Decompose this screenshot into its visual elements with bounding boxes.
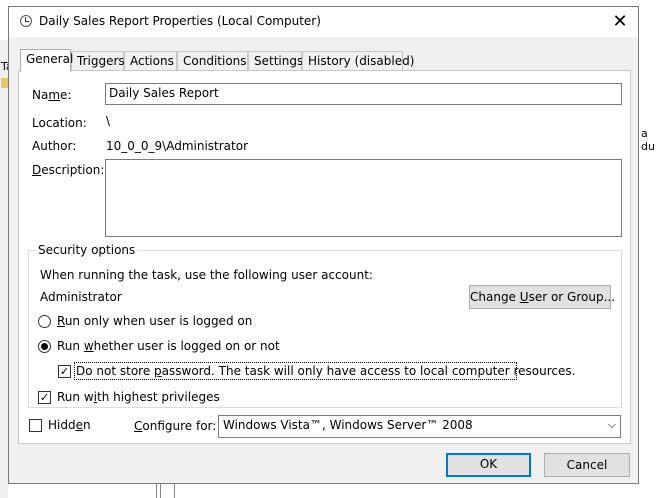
clock-icon	[20, 15, 32, 27]
description-label: Description:	[32, 163, 105, 177]
run-only-logged-on-radio[interactable]	[38, 315, 51, 328]
general-tab-panel: Name: Daily Sales Report Location: \ Aut…	[18, 70, 631, 444]
hidden-label[interactable]: Hidden	[48, 418, 91, 432]
highest-privileges-label[interactable]: Run with highest privileges	[57, 390, 220, 404]
background-text-fragment-right: a du	[641, 127, 655, 153]
tab-conditions[interactable]: Conditions	[177, 51, 248, 70]
tab-triggers[interactable]: Triggers	[71, 51, 125, 70]
tab-general[interactable]: General	[20, 49, 73, 72]
highest-privileges-checkbox[interactable]: ✓	[38, 391, 51, 404]
do-not-store-password-checkbox[interactable]: ✓	[58, 365, 71, 378]
configure-for-dropdown[interactable]: Windows Vista™, Windows Server™ 2008 ⌵	[218, 415, 621, 438]
dialog-title: Daily Sales Report Properties (Local Com…	[39, 14, 321, 28]
name-label: Name:	[32, 88, 72, 102]
security-options-title: Security options	[35, 243, 139, 257]
chevron-down-icon: ⌵	[607, 418, 616, 431]
title-bar[interactable]: Daily Sales Report Properties (Local Com…	[9, 7, 638, 37]
location-value: \	[106, 114, 111, 128]
author-label: Author:	[32, 139, 77, 153]
background-divider	[160, 484, 161, 498]
name-field[interactable]: Daily Sales Report	[105, 83, 622, 105]
run-whether-logged-on-radio[interactable]	[38, 340, 51, 353]
run-whether-logged-on-label[interactable]: Run whether user is logged on or not	[57, 339, 280, 353]
background-folder-icon	[1, 78, 8, 88]
description-field[interactable]	[105, 159, 622, 237]
tab-history[interactable]: History (disabled)	[302, 51, 414, 70]
cancel-button[interactable]: Cancel	[544, 453, 630, 477]
account-prompt: When running the task, use the following…	[40, 268, 373, 282]
close-icon: ✕	[612, 11, 628, 32]
tab-settings[interactable]: Settings	[248, 51, 303, 70]
run-only-logged-on-label[interactable]: Run only when user is logged on	[57, 314, 252, 328]
checkmark-icon: ✓	[59, 365, 70, 378]
background-divider	[156, 484, 157, 498]
tab-actions[interactable]: Actions	[124, 51, 177, 70]
background-divider	[174, 484, 175, 498]
configure-for-value: Windows Vista™, Windows Server™ 2008	[223, 418, 473, 432]
checkmark-icon: ✓	[39, 391, 50, 404]
close-button[interactable]: ✕	[608, 10, 632, 34]
ok-button[interactable]: OK	[446, 453, 531, 477]
hidden-checkbox[interactable]	[29, 419, 42, 432]
location-label: Location:	[32, 116, 87, 130]
properties-dialog: Daily Sales Report Properties (Local Com…	[8, 6, 639, 484]
account-name: Administrator	[40, 290, 122, 304]
background-window-edge	[0, 40, 8, 498]
configure-for-label: Configure for:	[134, 419, 217, 433]
author-value: 10_0_0_9\Administrator	[106, 139, 249, 153]
do-not-store-password-label[interactable]: Do not store password. The task will onl…	[76, 364, 575, 378]
change-user-button[interactable]: Change User or Group...	[469, 285, 615, 309]
